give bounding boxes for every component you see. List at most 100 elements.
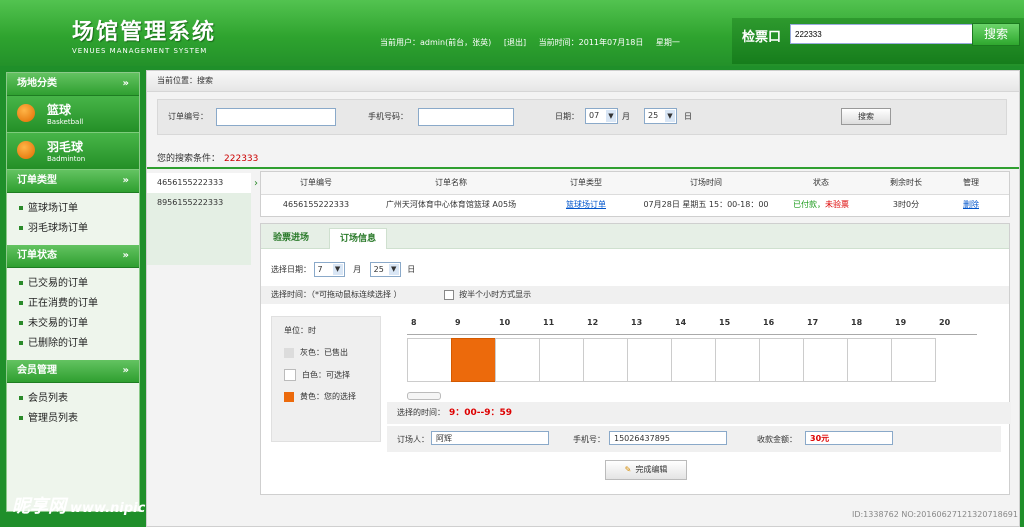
sidebar-item-admins[interactable]: 管理员列表 — [7, 409, 139, 429]
section-title: 订单状态 — [17, 250, 57, 261]
order-table: 订单编号 订单名称 订单类型 订场时间 状态 剩余时长 管理 465615522… — [260, 171, 1010, 217]
venue-badminton[interactable]: 羽毛球 Badminton — [7, 133, 139, 170]
cell-remain: 3时0分 — [892, 200, 920, 209]
time-slot[interactable] — [627, 338, 672, 382]
sidebar-item-untraded[interactable]: 未交易的订单 — [7, 314, 139, 334]
booker-input[interactable]: 阿辉 — [431, 431, 549, 445]
date-select-row: 选择日期： 7 ▼ 月 25 ▼ 日 — [271, 262, 415, 277]
section-venue-header[interactable]: 场地分类 » — [7, 73, 139, 96]
col-time: 订场时间 — [690, 178, 722, 187]
bullet-icon — [19, 396, 23, 400]
hour-label: 9 — [455, 318, 461, 327]
month-unit: 月 — [622, 112, 630, 121]
venue-name-en: Badminton — [47, 155, 86, 163]
time-grid: 8 9 10 11 12 13 14 15 16 17 18 19 20 — [407, 316, 977, 386]
section-order-status-header[interactable]: 订单状态 » — [7, 245, 139, 268]
cell-type-link[interactable]: 篮球场订单 — [531, 194, 641, 216]
section-member-header[interactable]: 会员管理 » — [7, 360, 139, 383]
order-no-input[interactable] — [216, 108, 336, 126]
search-button[interactable]: 搜索 — [841, 108, 891, 125]
time-slot[interactable] — [891, 338, 936, 382]
order-list-item[interactable]: 8956155222333 — [147, 193, 251, 213]
hour-label: 12 — [587, 318, 599, 327]
order-list-item[interactable]: 4656155222333 — [147, 173, 251, 193]
tab-booking-info[interactable]: 订场信息 — [329, 228, 388, 249]
sidebar-item-badminton-orders[interactable]: 羽毛球场订单 — [7, 219, 139, 239]
delete-link[interactable]: 删除 — [941, 194, 1001, 216]
select-date-label: 选择日期： — [271, 265, 311, 274]
cell-time: 07月28日 星期五 15：00-18：00 — [643, 200, 769, 209]
time-slot[interactable] — [407, 338, 452, 382]
time-slot[interactable] — [451, 338, 496, 382]
ticket-check-panel: 检票口 搜索 — [732, 18, 1024, 64]
phone-input[interactable] — [418, 108, 514, 126]
finish-label: 完成编辑 — [635, 465, 668, 474]
time-slot[interactable] — [759, 338, 804, 382]
logout-link[interactable]: [退出] — [504, 38, 526, 47]
time-slot[interactable] — [715, 338, 760, 382]
date-label: 日期： — [555, 112, 579, 121]
bullet-icon — [19, 301, 23, 305]
legend-label: 黄色：您的选择 — [300, 392, 356, 401]
month-select[interactable]: 07 ▼ — [585, 108, 618, 124]
grid-scrollbar[interactable] — [407, 392, 441, 400]
logo: 场馆管理系统 VENUES MANAGEMENT SYSTEM — [72, 14, 216, 55]
ticket-input[interactable] — [790, 24, 974, 44]
venue-name: 篮球 — [47, 103, 72, 117]
ticket-search-button[interactable]: 搜索 — [972, 23, 1020, 46]
chevron-down-icon[interactable]: » — [123, 73, 129, 95]
booker-label: 订场人： — [397, 435, 429, 444]
user-info-bar: 当前用户：admin(前台，张英) [退出] 当前时间：2011年07月18日 … — [380, 37, 690, 48]
time-axis — [407, 330, 977, 335]
sidebar-item-basketball-orders[interactable]: 篮球场订单 — [7, 199, 139, 219]
sidebar-item-members[interactable]: 会员列表 — [7, 389, 139, 409]
detail-day-select[interactable]: 25 ▼ — [369, 262, 401, 277]
weekday: 星期一 — [655, 38, 680, 47]
section-title: 订单类型 — [17, 175, 57, 186]
sidebar-item-deleted[interactable]: 已删除的订单 — [7, 334, 139, 354]
finish-edit-button[interactable]: ✎ 完成编辑 — [605, 460, 687, 480]
time-slot[interactable] — [671, 338, 716, 382]
swatch-orange — [284, 391, 294, 402]
search-condition: 您的搜索条件： 222333 — [157, 151, 258, 164]
condition-value: 222333 — [224, 154, 259, 164]
cell-order-no: 4656155222333 — [282, 200, 350, 209]
condition-label: 您的搜索条件： — [157, 154, 221, 164]
booking-detail: 验票进场 订场信息 选择日期： 7 ▼ 月 25 ▼ 日 选择时间：（*可拖动鼠标连… — [260, 223, 1011, 495]
time-slot[interactable] — [539, 338, 584, 382]
col-remain: 剩余时长 — [890, 178, 922, 187]
section-order-type-header[interactable]: 订单类型 » — [7, 170, 139, 193]
chevron-down-icon[interactable]: » — [123, 360, 129, 382]
phone-input[interactable]: 15026437895 — [609, 431, 727, 445]
time-slot[interactable] — [495, 338, 540, 382]
search-bar: 订单编号： 手机号码： 日期： 07 ▼ 月 25 ▼ 日 搜索 — [157, 99, 1007, 135]
hour-label: 14 — [675, 318, 687, 327]
status-unchecked: 未验票 — [825, 200, 849, 209]
legend-sold: 灰色：已售出 — [284, 347, 348, 358]
checkbox[interactable] — [444, 289, 455, 300]
time-slot[interactable] — [847, 338, 892, 382]
bullet-icon — [19, 416, 23, 420]
watermark-brand: 昵享网 — [12, 496, 66, 517]
tab-ticket-entry[interactable]: 验票进场 — [273, 228, 309, 248]
image-id: ID:1338762 NO:20160627121320718691 — [851, 510, 1018, 519]
detail-month-select[interactable]: 7 ▼ — [313, 262, 345, 277]
sidebar-item-consuming[interactable]: 正在消费的订单 — [7, 294, 139, 314]
legend-label: 白色：可选择 — [302, 370, 350, 380]
time-slot[interactable] — [803, 338, 848, 382]
sidebar: 场地分类» 篮球 Basketball 羽毛球 Badminton 订单类型» … — [6, 72, 140, 512]
time-slot[interactable] — [583, 338, 628, 382]
chevron-down-icon[interactable]: » — [123, 245, 129, 267]
legend-label: 灰色：已售出 — [300, 348, 348, 357]
detail-tabs: 验票进场 订场信息 — [261, 224, 1009, 249]
sidebar-item-traded[interactable]: 已交易的订单 — [7, 274, 139, 294]
day-select[interactable]: 25 ▼ — [644, 108, 677, 124]
order-list: 4656155222333 8956155222333 — [147, 173, 251, 265]
hour-label: 11 — [543, 318, 555, 327]
half-hour-toggle[interactable]: 按半个小时方式显示 — [444, 289, 531, 300]
amount-input[interactable]: 30元 — [805, 431, 893, 445]
venue-basketball[interactable]: 篮球 Basketball — [7, 96, 139, 133]
order-type-list: 篮球场订单 羽毛球场订单 — [7, 193, 139, 245]
chevron-down-icon[interactable]: » — [123, 170, 129, 192]
venue-name: 羽毛球 — [47, 140, 84, 154]
